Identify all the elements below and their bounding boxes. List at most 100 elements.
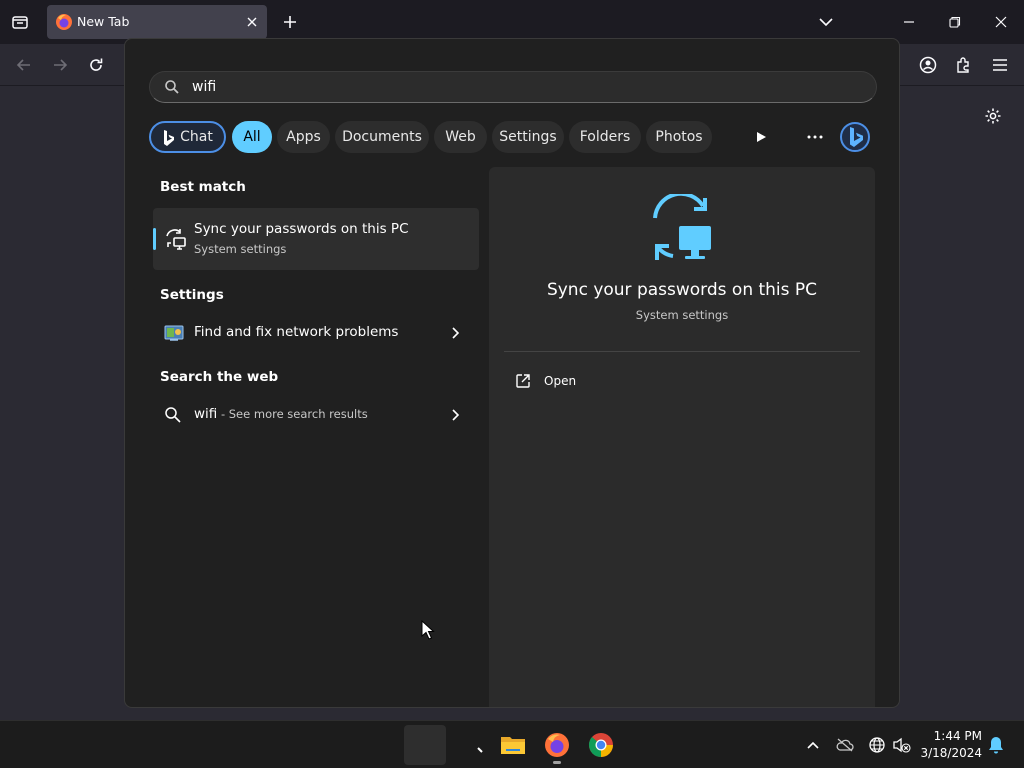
taskbar-search-button[interactable] xyxy=(462,731,490,759)
taskbar: 1:44 PM 3/18/2024 xyxy=(0,720,1024,768)
start-button[interactable] xyxy=(404,725,446,765)
globe-icon xyxy=(869,737,885,753)
web-result-wifi[interactable]: wifi - See more search results xyxy=(153,395,479,435)
search-input[interactable] xyxy=(192,77,852,97)
section-best-match: Best match xyxy=(160,179,246,195)
tab-list-icon xyxy=(12,16,28,29)
account-button[interactable] xyxy=(916,53,940,77)
notifications-button[interactable] xyxy=(986,735,1006,755)
restore-button[interactable] xyxy=(941,8,969,36)
filter-label: Chat xyxy=(180,129,213,145)
selection-accent xyxy=(153,228,156,250)
bing-icon xyxy=(840,122,870,152)
bing-button[interactable] xyxy=(839,121,871,153)
filter-folders[interactable]: Folders xyxy=(569,121,641,153)
forward-button[interactable] xyxy=(48,53,72,77)
taskbar-file-explorer[interactable] xyxy=(499,731,527,759)
onedrive-tray-button[interactable] xyxy=(835,735,855,755)
firefox-running-indicator xyxy=(553,761,561,764)
show-hidden-icons-button[interactable] xyxy=(803,735,823,755)
chevron-down-icon xyxy=(819,18,833,27)
mouse-cursor-icon xyxy=(421,620,435,640)
minimize-button[interactable] xyxy=(895,8,923,36)
filter-label: Settings xyxy=(499,129,557,145)
filter-web[interactable]: Web xyxy=(434,121,487,153)
firefox-icon xyxy=(56,14,72,30)
windows-search-panel: Chat All Apps Documents Web Settings Fol… xyxy=(124,38,900,708)
filter-apps[interactable]: Apps xyxy=(277,121,330,153)
clock-time[interactable]: 1:44 PM xyxy=(912,729,982,743)
search-icon xyxy=(477,747,483,753)
restore-icon xyxy=(949,16,961,28)
filter-label: All xyxy=(243,129,261,145)
volume-tray-button[interactable] xyxy=(892,735,912,755)
web-result-label: wifi - See more search results xyxy=(194,406,368,422)
filter-documents[interactable]: Documents xyxy=(335,121,429,153)
settings-result-label: Find and fix network problems xyxy=(194,324,399,340)
more-horizontal-icon xyxy=(807,135,823,139)
more-options-button[interactable] xyxy=(802,124,828,150)
best-match-result[interactable]: Sync your passwords on this PC System se… xyxy=(153,208,479,270)
result-preview-pane: Sync your passwords on this PC System se… xyxy=(489,167,875,707)
filter-all[interactable]: All xyxy=(232,121,272,153)
close-icon xyxy=(247,17,257,27)
gear-icon xyxy=(985,108,1001,124)
more-filters-play-button[interactable] xyxy=(748,124,774,150)
section-search-web: Search the web xyxy=(160,369,279,385)
best-match-subtitle: System settings xyxy=(194,242,287,256)
bell-icon xyxy=(989,737,1003,754)
tab-close-button[interactable] xyxy=(243,13,261,31)
taskbar-firefox[interactable] xyxy=(543,731,571,759)
reload-icon xyxy=(90,58,103,71)
preview-subtitle: System settings xyxy=(635,308,729,322)
tab-list-button[interactable] xyxy=(8,10,32,34)
filter-settings[interactable]: Settings xyxy=(492,121,564,153)
browser-tab[interactable]: New Tab xyxy=(47,5,267,39)
minimize-icon xyxy=(904,21,914,23)
open-action-label: Open xyxy=(544,374,577,388)
best-match-title: Sync your passwords on this PC xyxy=(194,221,409,237)
volume-muted-icon xyxy=(893,737,911,753)
section-settings: Settings xyxy=(160,287,224,303)
app-menu-button[interactable] xyxy=(988,53,1012,77)
filter-label: Apps xyxy=(286,129,321,145)
back-button[interactable] xyxy=(12,53,36,77)
search-icon xyxy=(165,407,181,423)
taskbar-chrome[interactable] xyxy=(587,731,615,759)
sync-device-icon xyxy=(653,194,711,260)
reload-button[interactable] xyxy=(84,53,108,77)
preview-title: Sync your passwords on this PC xyxy=(546,280,818,300)
hamburger-menu-icon xyxy=(993,59,1007,71)
web-result-suffix: - See more search results xyxy=(217,407,368,421)
preview-divider xyxy=(504,351,860,352)
folder-icon xyxy=(501,737,525,754)
settings-result-network[interactable]: Find and fix network problems xyxy=(153,313,479,353)
arrow-left-icon xyxy=(16,59,30,71)
search-filters: Chat All Apps Documents Web Settings Fol… xyxy=(149,120,879,154)
chevron-right-icon[interactable] xyxy=(449,326,461,340)
newtab-settings-button[interactable] xyxy=(982,105,1004,127)
search-box[interactable] xyxy=(149,71,877,103)
list-all-tabs-button[interactable] xyxy=(814,10,838,34)
network-troubleshoot-icon xyxy=(164,325,184,341)
web-result-query: wifi xyxy=(194,406,218,422)
filter-label: Web xyxy=(445,129,476,145)
sync-device-icon xyxy=(166,229,186,250)
copilot-chat-icon xyxy=(164,130,174,146)
new-tab-button[interactable] xyxy=(279,10,301,34)
close-window-button[interactable] xyxy=(987,8,1015,36)
filter-chat[interactable]: Chat xyxy=(149,121,226,153)
open-external-icon xyxy=(516,374,530,388)
clock-date[interactable]: 3/18/2024 xyxy=(912,746,982,760)
cloud-off-icon xyxy=(836,738,854,752)
filter-label: Documents xyxy=(342,129,422,145)
open-action[interactable]: Open xyxy=(504,367,704,397)
network-tray-button[interactable] xyxy=(867,735,887,755)
plus-icon xyxy=(284,16,296,28)
extensions-button[interactable] xyxy=(952,53,976,77)
search-icon xyxy=(165,80,179,94)
close-icon xyxy=(995,16,1007,28)
filter-photos[interactable]: Photos xyxy=(646,121,712,153)
chevron-right-icon[interactable] xyxy=(449,408,461,422)
tab-title: New Tab xyxy=(77,14,130,29)
